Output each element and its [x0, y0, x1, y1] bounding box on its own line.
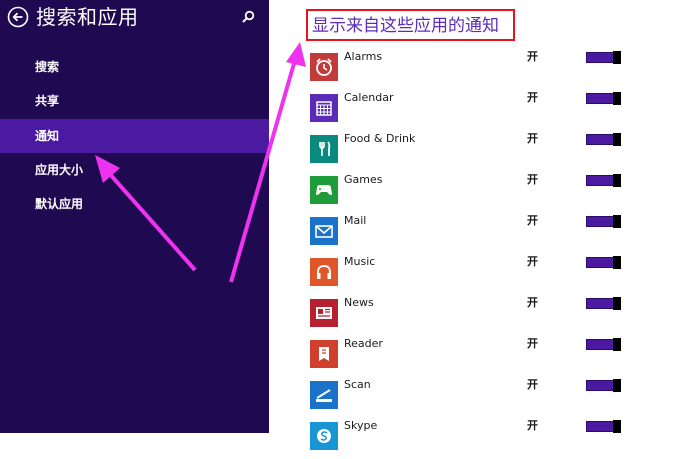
notification-toggle[interactable]	[586, 379, 621, 392]
sidebar-item-label: 默认应用	[35, 197, 84, 211]
alarm-clock-icon	[316, 58, 332, 76]
toggle-track	[586, 298, 614, 309]
toggle-track	[586, 257, 614, 268]
toggle-thumb	[613, 256, 621, 269]
app-tile	[310, 381, 338, 409]
back-arrow-icon	[7, 6, 29, 28]
toggle-track	[586, 52, 614, 63]
app-row-scan: Scan 开	[306, 377, 686, 418]
sidebar: 搜索和应用 搜索 共享 通知 应用大小 默认应用	[0, 0, 269, 433]
toggle-state-label: 开	[527, 296, 538, 309]
headphones-icon	[317, 265, 331, 279]
toggle-thumb	[613, 133, 621, 146]
app-name: Music	[344, 255, 376, 268]
notification-toggle[interactable]	[586, 51, 621, 64]
arrow-head-title	[286, 42, 306, 67]
toggle-thumb	[613, 338, 621, 351]
notification-toggle[interactable]	[586, 338, 621, 351]
toggle-state-label: 开	[527, 91, 538, 104]
toggle-track	[586, 93, 614, 104]
app-row-reader: Reader 开	[306, 336, 686, 377]
sidebar-item-notifications[interactable]: 通知	[0, 119, 269, 153]
app-tile	[310, 340, 338, 368]
calendar-icon	[316, 101, 332, 116]
app-row-news: News 开	[306, 295, 686, 336]
sidebar-item-label: 通知	[35, 129, 60, 143]
notification-toggle[interactable]	[586, 92, 621, 105]
app-tile	[310, 135, 338, 163]
toggle-track	[586, 421, 614, 432]
sidebar-item-app-sizes[interactable]: 应用大小	[0, 153, 269, 187]
app-row-music: Music 开	[306, 254, 686, 295]
app-tile	[310, 176, 338, 204]
notification-toggle[interactable]	[586, 215, 621, 228]
toggle-state-label: 开	[527, 255, 538, 268]
app-name: Alarms	[344, 50, 383, 63]
toggle-thumb	[613, 92, 621, 105]
notification-toggle[interactable]	[586, 297, 621, 310]
app-tile	[310, 299, 338, 327]
envelope-icon	[315, 225, 333, 238]
sidebar-item-search[interactable]: 搜索	[0, 50, 269, 84]
app-row-alarms: Alarms 开	[306, 49, 686, 90]
search-button[interactable]	[240, 9, 256, 25]
app-row-food-drink: Food & Drink 开	[306, 131, 686, 172]
reader-icon	[319, 347, 329, 361]
scanner-icon	[316, 389, 332, 402]
toggle-state-label: 开	[527, 132, 538, 145]
toggle-state-label: 开	[527, 419, 538, 432]
section-title: 显示来自这些应用的通知	[312, 16, 499, 36]
app-name: Mail	[344, 214, 367, 227]
app-name: Scan	[344, 378, 371, 391]
sidebar-item-label: 搜索	[35, 60, 60, 74]
toggle-track	[586, 175, 614, 186]
notification-toggle[interactable]	[586, 256, 621, 269]
search-icon	[242, 10, 255, 23]
sidebar-item-label: 共享	[35, 94, 60, 108]
skype-icon	[317, 429, 331, 443]
sidebar-item-default-apps[interactable]: 默认应用	[0, 187, 269, 221]
app-tile	[310, 94, 338, 122]
app-name: News	[344, 296, 374, 309]
toggle-state-label: 开	[527, 173, 538, 186]
toggle-thumb	[613, 174, 621, 187]
notification-toggle[interactable]	[586, 133, 621, 146]
toggle-state-label: 开	[527, 50, 538, 63]
app-name: Skype	[344, 419, 378, 432]
game-controller-icon	[316, 185, 332, 195]
toggle-state-label: 开	[527, 378, 538, 391]
back-button[interactable]	[7, 6, 29, 28]
toggle-state-label: 开	[527, 337, 538, 350]
toggle-thumb	[613, 215, 621, 228]
notification-toggle[interactable]	[586, 420, 621, 433]
toggle-thumb	[613, 297, 621, 310]
toggle-track	[586, 339, 614, 350]
toggle-thumb	[613, 420, 621, 433]
fork-knife-icon	[319, 141, 331, 156]
toggle-track	[586, 380, 614, 391]
app-name: Food & Drink	[344, 132, 416, 145]
app-name: Reader	[344, 337, 383, 350]
sidebar-item-share[interactable]: 共享	[0, 84, 269, 118]
app-tile	[310, 422, 338, 450]
app-tile	[310, 53, 338, 81]
app-row-mail: Mail 开	[306, 213, 686, 254]
newspaper-icon	[316, 307, 332, 319]
app-tile	[310, 217, 338, 245]
app-tile	[310, 258, 338, 286]
toggle-thumb	[613, 51, 621, 64]
title-highlight-box: 显示来自这些应用的通知	[306, 9, 515, 41]
toggle-track	[586, 134, 614, 145]
toggle-state-label: 开	[527, 214, 538, 227]
toggle-thumb	[613, 379, 621, 392]
toggle-track	[586, 216, 614, 227]
notification-toggle[interactable]	[586, 174, 621, 187]
app-name: Calendar	[344, 91, 394, 104]
page-title: 搜索和应用	[36, 5, 139, 29]
app-row-calendar: Calendar 开	[306, 90, 686, 131]
app-row-games: Games 开	[306, 172, 686, 213]
app-row-skype: Skype 开	[306, 418, 686, 459]
app-name: Games	[344, 173, 383, 186]
sidebar-item-label: 应用大小	[35, 163, 84, 177]
